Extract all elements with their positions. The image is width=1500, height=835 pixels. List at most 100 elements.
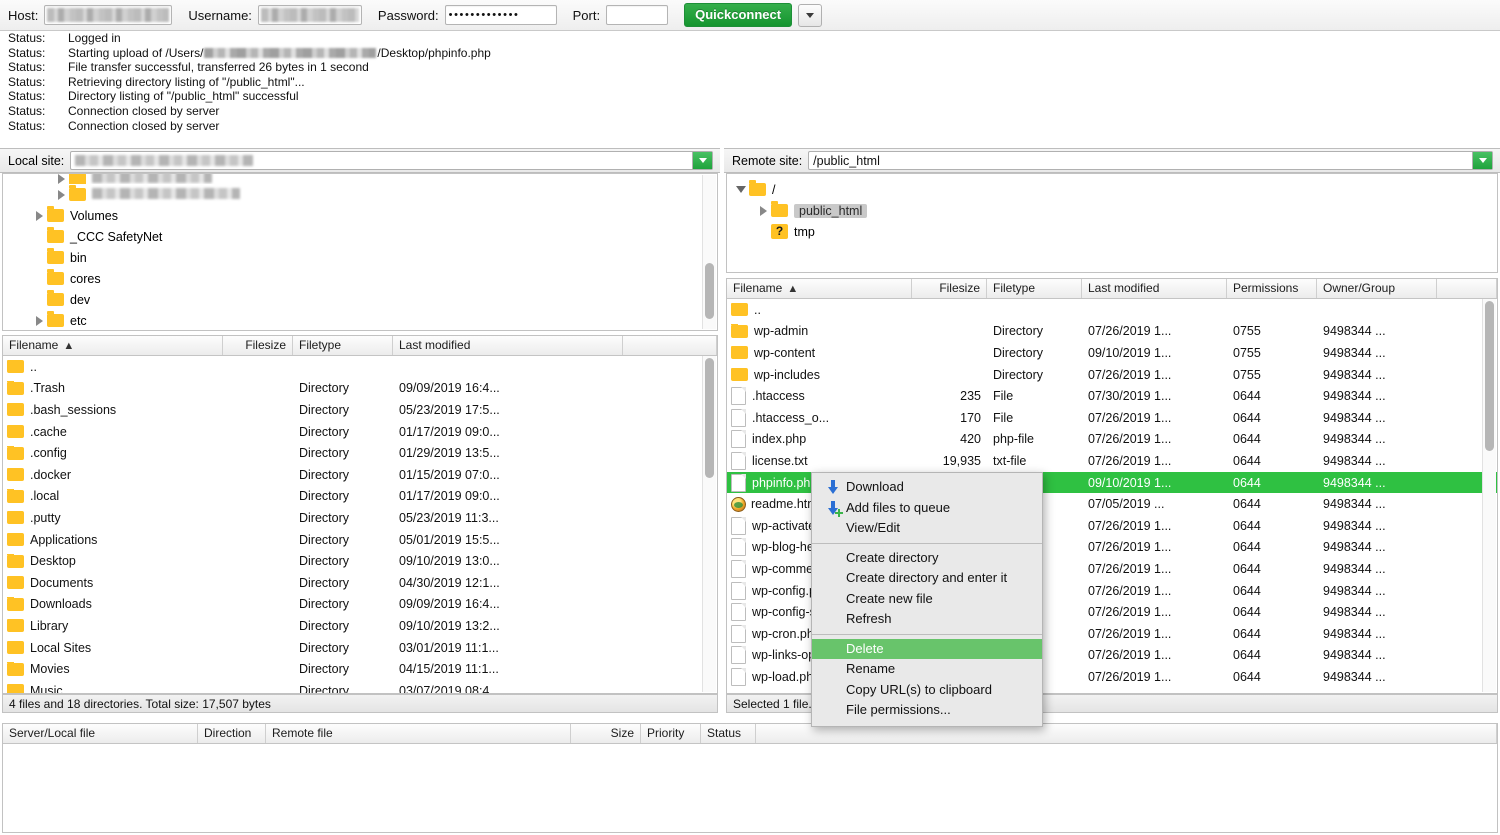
- column-header-filesize[interactable]: Filesize: [912, 279, 987, 298]
- menu-item-create-directory[interactable]: Create directory: [812, 548, 1042, 569]
- menu-item-download[interactable]: Download: [812, 477, 1042, 498]
- menu-item-file-permissions[interactable]: File permissions...: [812, 700, 1042, 721]
- remote-file-context-menu[interactable]: DownloadAdd files to queueView/Edit Creat…: [811, 472, 1043, 727]
- file-row[interactable]: .configDirectory01/29/2019 13:5...: [3, 442, 717, 464]
- file-row[interactable]: LibraryDirectory09/10/2019 13:2...: [3, 615, 717, 637]
- file-row[interactable]: wp-includesDirectory07/26/2019 1...07559…: [727, 364, 1497, 386]
- file-icon: [731, 409, 746, 427]
- local-file-list[interactable]: Filename▲FilesizeFiletypeLast modified .…: [2, 335, 718, 694]
- log-entry: Status:Connection closed by server: [0, 119, 1500, 134]
- tree-twisty-right-icon[interactable]: [33, 210, 45, 222]
- tree-twisty-right-icon[interactable]: [55, 189, 67, 201]
- tree-node[interactable]: [3, 184, 717, 205]
- menu-item-create-directory-and-enter-it[interactable]: Create directory and enter it: [812, 568, 1042, 589]
- menu-item-copy-url-s-to-clipboard[interactable]: Copy URL(s) to clipboard: [812, 680, 1042, 701]
- tree-node[interactable]: etc: [3, 310, 717, 331]
- menu-item-refresh[interactable]: Refresh: [812, 609, 1042, 630]
- tree-twisty-right-icon[interactable]: [757, 205, 769, 217]
- file-row[interactable]: .localDirectory01/17/2019 09:0...: [3, 486, 717, 508]
- file-row[interactable]: DesktopDirectory09/10/2019 13:0...: [3, 550, 717, 572]
- file-row[interactable]: MusicDirectory03/07/2019 08:4...: [3, 680, 717, 694]
- file-row[interactable]: .cacheDirectory01/17/2019 09:0...: [3, 421, 717, 443]
- queue-column-header-priority[interactable]: Priority: [641, 724, 701, 743]
- local-directory-tree[interactable]: Volumes_CCC SafetyNetbincoresdevetc: [2, 173, 718, 331]
- tree-node[interactable]: bin: [3, 247, 717, 268]
- file-row[interactable]: .bash_sessionsDirectory05/23/2019 17:5..…: [3, 399, 717, 421]
- remote-list-scrollbar[interactable]: [1482, 299, 1496, 692]
- queue-column-header-server-local-file[interactable]: Server/Local file: [3, 724, 198, 743]
- file-row[interactable]: Local SitesDirectory03/01/2019 11:1...: [3, 637, 717, 659]
- tree-node[interactable]: public_html: [727, 200, 1497, 221]
- tree-twisty-right-icon[interactable]: [33, 315, 45, 327]
- file-row[interactable]: .TrashDirectory09/09/2019 16:4...: [3, 378, 717, 400]
- tree-node[interactable]: Volumes: [3, 205, 717, 226]
- queue-column-header-remote-file[interactable]: Remote file: [266, 724, 571, 743]
- file-row[interactable]: .htaccess235File07/30/2019 1...064494983…: [727, 385, 1497, 407]
- local-list-scrollbar[interactable]: [702, 356, 716, 692]
- tree-node[interactable]: [3, 174, 717, 184]
- menu-item-rename[interactable]: Rename: [812, 659, 1042, 680]
- menu-item-delete[interactable]: Delete: [812, 639, 1042, 660]
- file-row[interactable]: .htaccess_o...170File07/26/2019 1...0644…: [727, 407, 1497, 429]
- port-input[interactable]: [606, 5, 668, 25]
- file-row[interactable]: MoviesDirectory04/15/2019 11:1...: [3, 658, 717, 680]
- file-row[interactable]: ..: [3, 356, 717, 378]
- local-site-dropdown-icon[interactable]: [692, 152, 712, 169]
- quickconnect-dropdown-button[interactable]: [798, 4, 822, 27]
- local-list-header[interactable]: Filename▲FilesizeFiletypeLast modified: [3, 336, 717, 356]
- username-input[interactable]: [258, 5, 362, 25]
- transfer-queue-pane[interactable]: Server/Local fileDirectionRemote fileSiz…: [2, 723, 1498, 833]
- menu-item-create-new-file[interactable]: Create new file: [812, 589, 1042, 610]
- tree-twisty-down-icon[interactable]: [735, 184, 747, 196]
- menu-item-add-files-to-queue[interactable]: Add files to queue: [812, 498, 1042, 519]
- host-input[interactable]: [44, 5, 172, 25]
- local-tree-scrollbar[interactable]: [702, 175, 716, 329]
- log-entry: Status:Starting upload of /Users//Deskto…: [0, 46, 1500, 61]
- file-row[interactable]: wp-adminDirectory07/26/2019 1...07559498…: [727, 321, 1497, 343]
- column-header-owner-group[interactable]: Owner/Group: [1317, 279, 1437, 298]
- tree-twisty-right-icon[interactable]: [55, 174, 67, 184]
- column-header-filetype[interactable]: Filetype: [987, 279, 1082, 298]
- column-header-filesize[interactable]: Filesize: [223, 336, 293, 355]
- tree-node[interactable]: cores: [3, 268, 717, 289]
- file-perms-cell: 0644: [1227, 454, 1317, 468]
- queue-column-header-size[interactable]: Size: [571, 724, 641, 743]
- remote-list-header[interactable]: Filename▲FilesizeFiletypeLast modifiedPe…: [727, 279, 1497, 299]
- file-row[interactable]: DocumentsDirectory04/30/2019 12:1...: [3, 572, 717, 594]
- column-header-filetype[interactable]: Filetype: [293, 336, 393, 355]
- menu-item-view-edit[interactable]: View/Edit: [812, 518, 1042, 539]
- column-header-filename[interactable]: Filename▲: [727, 279, 912, 298]
- tree-node[interactable]: _CCC SafetyNet: [3, 226, 717, 247]
- local-site-input[interactable]: [70, 151, 713, 170]
- column-header-filename[interactable]: Filename▲: [3, 336, 223, 355]
- tree-node[interactable]: dev: [3, 289, 717, 310]
- file-row[interactable]: wp-contentDirectory09/10/2019 1...075594…: [727, 342, 1497, 364]
- file-modified-cell: 07/05/2019 ...: [1082, 497, 1227, 511]
- file-modified-cell: 09/09/2019 16:4...: [393, 381, 623, 395]
- file-name: Documents: [30, 576, 93, 590]
- file-name-cell: .htaccess: [727, 387, 912, 405]
- file-row[interactable]: ApplicationsDirectory05/01/2019 15:5...: [3, 529, 717, 551]
- file-row[interactable]: .dockerDirectory01/15/2019 07:0...: [3, 464, 717, 486]
- file-name-cell: Music: [3, 684, 223, 694]
- queue-column-header-direction[interactable]: Direction: [198, 724, 266, 743]
- remote-site-input[interactable]: /public_html: [808, 151, 1493, 170]
- remote-site-dropdown-icon[interactable]: [1472, 152, 1492, 169]
- column-header-last-modified[interactable]: Last modified: [1082, 279, 1227, 298]
- column-header-permissions[interactable]: Permissions: [1227, 279, 1317, 298]
- log-entry-text: Retrieving directory listing of "/public…: [68, 75, 305, 90]
- file-row[interactable]: .puttyDirectory05/23/2019 11:3...: [3, 507, 717, 529]
- password-input[interactable]: •••••••••••••: [445, 5, 557, 25]
- message-log[interactable]: Status:Logged inStatus:Starting upload o…: [0, 31, 1500, 141]
- quickconnect-button[interactable]: Quickconnect: [684, 3, 792, 27]
- queue-column-header-status[interactable]: Status: [701, 724, 756, 743]
- file-row[interactable]: DownloadsDirectory09/09/2019 16:4...: [3, 594, 717, 616]
- tree-node[interactable]: ?tmp: [727, 221, 1497, 242]
- remote-directory-tree[interactable]: /public_html?tmp: [726, 173, 1498, 273]
- file-row[interactable]: index.php420php-file07/26/2019 1...06449…: [727, 429, 1497, 451]
- tree-node[interactable]: /: [727, 179, 1497, 200]
- column-header-last-modified[interactable]: Last modified: [393, 336, 623, 355]
- file-row[interactable]: license.txt19,935txt-file07/26/2019 1...…: [727, 450, 1497, 472]
- file-row[interactable]: ..: [727, 299, 1497, 321]
- queue-list-header[interactable]: Server/Local fileDirectionRemote fileSiz…: [3, 724, 1497, 744]
